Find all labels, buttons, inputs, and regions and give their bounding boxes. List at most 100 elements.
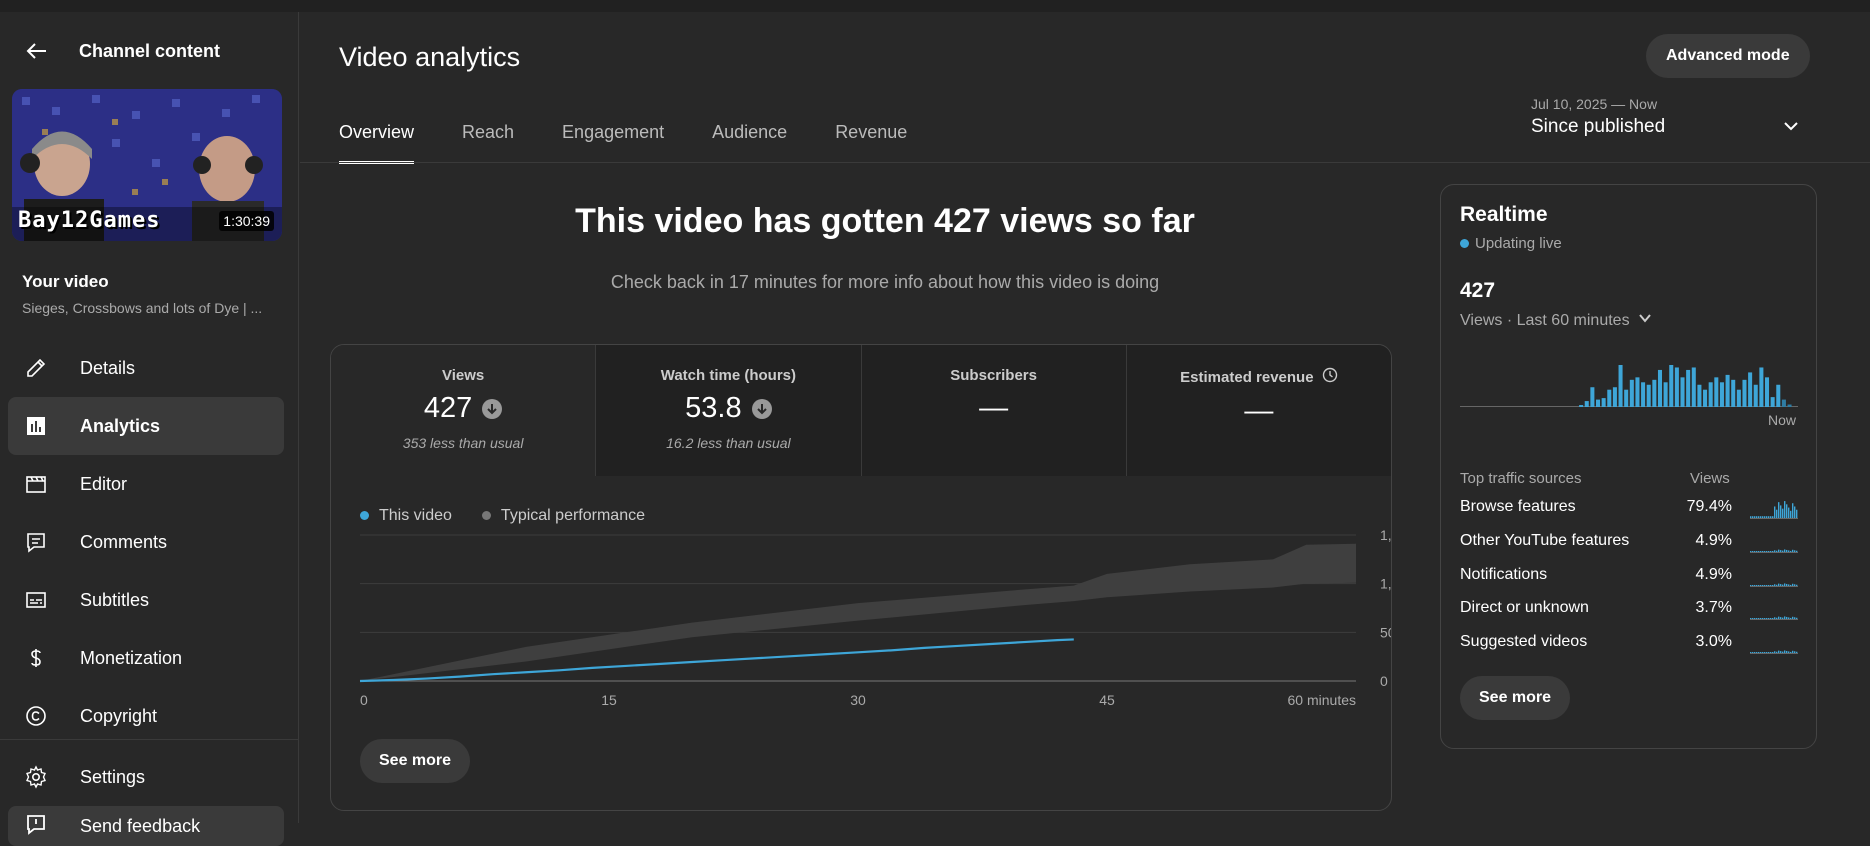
- sidebar-item-editor[interactable]: Editor: [8, 455, 284, 513]
- x-tick-label: 45: [1099, 692, 1115, 708]
- realtime-views-count: 427: [1460, 279, 1496, 302]
- thumbnail-brand-text: Bay12Games: [18, 208, 161, 233]
- realtime-see-more-button[interactable]: See more: [1460, 676, 1571, 720]
- metric-estimated-revenue[interactable]: Estimated revenue —: [1126, 345, 1391, 476]
- realtime-bar: [1624, 389, 1629, 407]
- metric-label: Views: [441, 367, 485, 384]
- sidebar-item-label: Analytics: [80, 415, 161, 436]
- metric-views[interactable]: Views 427 353 less than usual: [331, 345, 597, 476]
- y-tick-label: 500: [1380, 624, 1392, 640]
- realtime-bar: [1731, 379, 1736, 407]
- realtime-bar: [1607, 389, 1612, 407]
- traffic-sparkline: [1750, 549, 1798, 553]
- traffic-source-name: Direct or unknown: [1460, 599, 1589, 616]
- sidebar-item-analytics[interactable]: Analytics: [8, 397, 284, 455]
- realtime-bar: [1663, 382, 1668, 407]
- video-duration: 1:30:39: [219, 211, 274, 231]
- metric-subscribers[interactable]: Subscribers —: [861, 345, 1127, 476]
- sidebar-item-comments[interactable]: Comments: [8, 513, 284, 571]
- sidebar-item-details[interactable]: Details: [8, 339, 284, 397]
- realtime-period-dropdown[interactable]: Views · Last 60 minutes: [1460, 311, 1652, 330]
- x-tick-label: 30: [850, 692, 866, 708]
- chevron-down-icon: [1781, 116, 1801, 141]
- realtime-bar: [1680, 377, 1685, 407]
- sidebar-item-subtitles[interactable]: Subtitles: [8, 571, 284, 629]
- your-video-label: Your video: [22, 272, 109, 291]
- realtime-bar: [1601, 398, 1606, 407]
- video-title[interactable]: Sieges, Crossbows and lots of Dye | ...: [22, 300, 282, 316]
- tab-reach[interactable]: Reach: [462, 122, 514, 164]
- realtime-bar: [1770, 397, 1775, 407]
- sidebar-item-copyright[interactable]: Copyright: [8, 687, 284, 745]
- updating-live-status: Updating live: [1460, 235, 1562, 252]
- realtime-bar: [1635, 377, 1640, 407]
- advanced-mode-button[interactable]: Advanced mode: [1646, 34, 1810, 78]
- sidebar-item-label: Copyright: [80, 705, 158, 726]
- metrics-card: Views 427 353 less than usual Watch time…: [330, 344, 1392, 811]
- tab-revenue[interactable]: Revenue: [835, 122, 907, 164]
- tab-engagement[interactable]: Engagement: [562, 122, 664, 164]
- clapperboard-icon: [22, 470, 50, 498]
- traffic-source-percent: 3.0%: [1695, 633, 1732, 650]
- see-more-button[interactable]: See more: [360, 739, 471, 783]
- sidebar-item-label: Comments: [80, 531, 168, 552]
- sidebar-item-label: Monetization: [80, 647, 183, 668]
- x-tick-label: 15: [601, 692, 617, 708]
- traffic-sparkline: [1750, 501, 1798, 519]
- video-thumbnail[interactable]: Bay12Games 1:30:39: [12, 89, 282, 241]
- realtime-bar: [1703, 389, 1708, 407]
- dollar-icon: [22, 644, 50, 672]
- chart-legend: This video Typical performance: [360, 507, 645, 525]
- traffic-source-name: Suggested videos: [1460, 633, 1588, 650]
- tab-audience[interactable]: Audience: [712, 122, 787, 164]
- realtime-bar: [1646, 384, 1651, 407]
- sidebar-item-send-feedback[interactable]: Send feedback: [8, 806, 284, 846]
- date-range-picker[interactable]: Jul 10, 2025 — Now Since published: [1531, 96, 1811, 138]
- subtitles-icon: [22, 586, 50, 614]
- tabs-divider: [300, 162, 1870, 163]
- y-tick-label: 1,500: [1380, 527, 1392, 543]
- realtime-bar: [1686, 369, 1691, 407]
- traffic-sparkline: [1750, 583, 1798, 587]
- metric-value: 427: [423, 392, 473, 424]
- y-tick-label: 1,000: [1380, 576, 1392, 592]
- back-arrow-icon[interactable]: [22, 36, 52, 66]
- clock-icon: [1322, 367, 1338, 387]
- tab-overview[interactable]: Overview: [339, 122, 415, 164]
- realtime-bar: [1596, 399, 1601, 407]
- realtime-bar: [1781, 399, 1786, 407]
- typical-performance-band: [360, 543, 1356, 681]
- traffic-source-percent: 4.9%: [1695, 532, 1732, 549]
- sidebar-item-monetization[interactable]: Monetization: [8, 629, 284, 687]
- channel-content-title[interactable]: Channel content: [79, 41, 220, 62]
- realtime-bar: [1691, 367, 1696, 407]
- date-range-dates: Jul 10, 2025 — Now: [1531, 96, 1658, 112]
- sidebar-item-settings[interactable]: Settings: [8, 748, 284, 806]
- traffic-source-percent: 3.7%: [1695, 599, 1732, 616]
- traffic-source-percent: 4.9%: [1695, 566, 1732, 583]
- traffic-sparkline: [1750, 650, 1798, 654]
- traffic-source-row: Direct or unknown 3.7%: [1460, 599, 1798, 621]
- realtime-bar: [1714, 377, 1719, 407]
- metric-watch-time[interactable]: Watch time (hours) 53.8 16.2 less than u…: [596, 345, 862, 476]
- realtime-bar: [1697, 384, 1702, 407]
- y-tick-label: 0: [1380, 673, 1388, 689]
- realtime-bar: [1759, 367, 1764, 407]
- traffic-sources-header: Top traffic sources Views: [1460, 470, 1798, 487]
- main-content: Video analytics Advanced mode Overview R…: [300, 12, 1870, 823]
- x-tick-label: 60 minutes: [1288, 692, 1356, 708]
- realtime-bar: [1765, 377, 1770, 407]
- realtime-bar: [1742, 379, 1747, 407]
- analytics-icon: [22, 412, 50, 440]
- realtime-bar: [1590, 387, 1595, 407]
- metric-value: —: [1244, 395, 1274, 427]
- realtime-title: Realtime: [1460, 203, 1548, 226]
- page-title: Video analytics: [339, 42, 521, 72]
- sidebar-item-label: Editor: [80, 473, 128, 494]
- realtime-bar: [1719, 382, 1724, 407]
- traffic-source-row: Suggested videos 3.0%: [1460, 633, 1798, 655]
- sidebar-nav: Details Analytics Editor Comments Subtit…: [8, 339, 284, 745]
- sidebar-item-label: Details: [80, 357, 136, 378]
- metric-note: 16.2 less than usual: [666, 435, 791, 451]
- traffic-source-row: Other YouTube features 4.9%: [1460, 532, 1798, 554]
